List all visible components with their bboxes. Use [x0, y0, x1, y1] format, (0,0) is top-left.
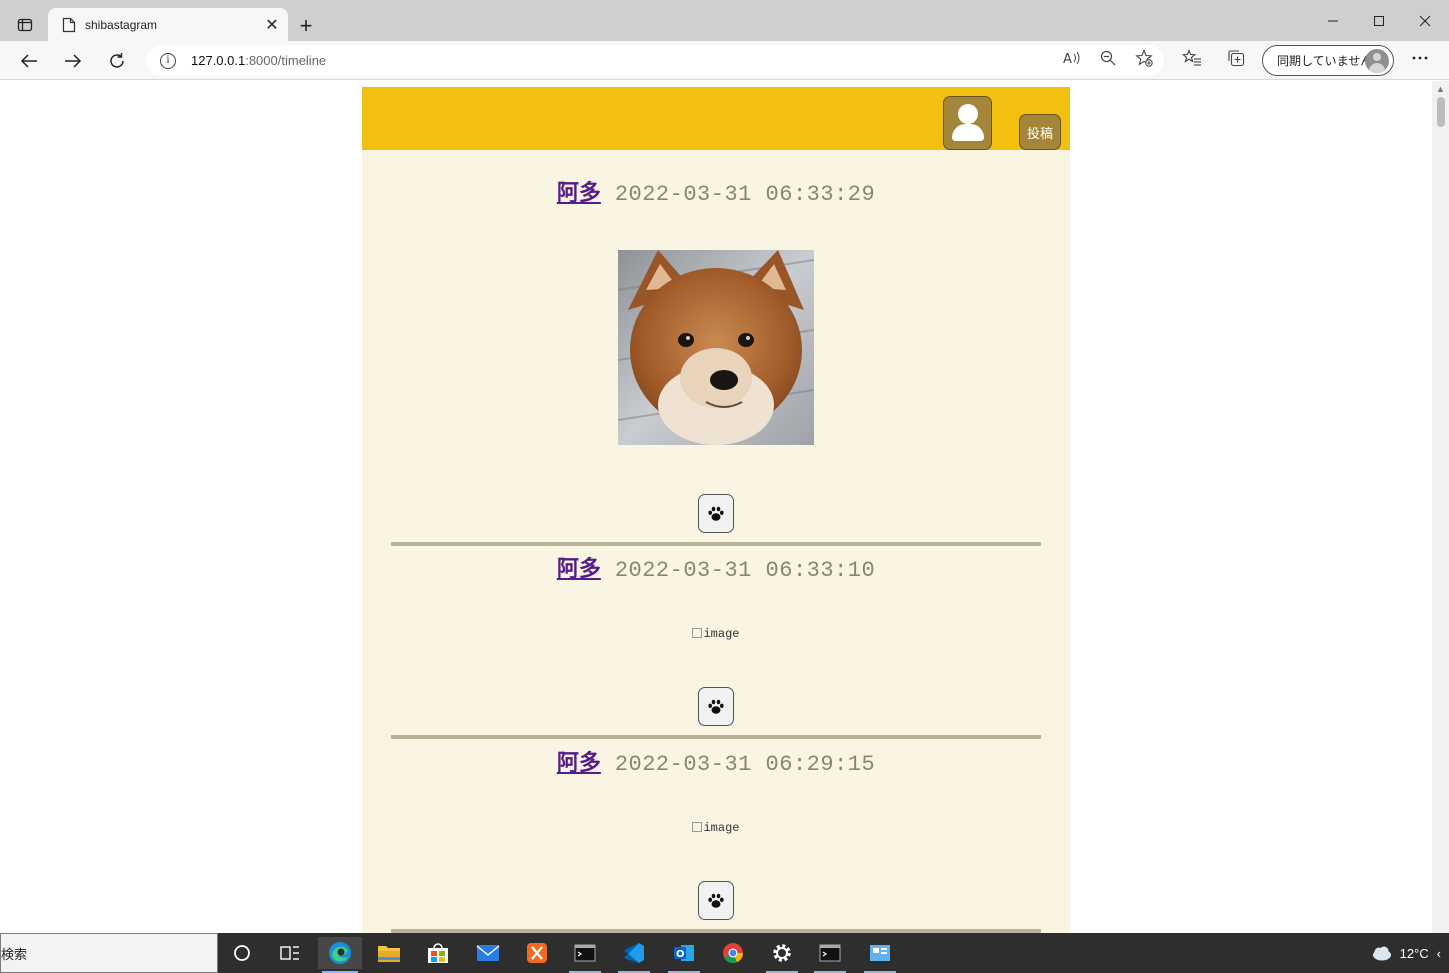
- vertical-scrollbar[interactable]: ▲: [1432, 81, 1449, 933]
- url-path: :8000/timeline: [245, 53, 327, 68]
- post-user-link[interactable]: 阿多: [557, 556, 601, 582]
- post-user-link[interactable]: 阿多: [557, 750, 601, 776]
- post-header: 阿多 2022-03-31 06:33:10: [362, 551, 1070, 583]
- app-header: 投稿: [362, 87, 1070, 150]
- broken-image-icon: [692, 628, 703, 638]
- svg-text:A: A: [1063, 52, 1072, 65]
- weather-temp: 12°C: [1399, 945, 1429, 961]
- paw-icon: [708, 893, 724, 908]
- cortana-icon[interactable]: [220, 937, 264, 969]
- terminal-icon[interactable]: [563, 937, 607, 973]
- task-view-icon[interactable]: [268, 937, 312, 969]
- post-header: 阿多 2022-03-31 06:29:15: [362, 745, 1070, 777]
- more-menu-icon[interactable]: [1410, 48, 1430, 68]
- new-tab-button[interactable]: +: [292, 12, 320, 40]
- broken-image-icon: [692, 822, 703, 832]
- forward-icon[interactable]: [57, 45, 89, 77]
- url-field[interactable]: i 127.0.0.1:8000/timeline: [146, 45, 1164, 76]
- close-icon[interactable]: [1402, 6, 1448, 36]
- tab-actions-icon[interactable]: [12, 12, 38, 38]
- tray-expand-icon[interactable]: ‹: [1437, 946, 1441, 961]
- address-bar-row: i 127.0.0.1:8000/timeline A 同期していません: [0, 41, 1449, 80]
- avatar: [1365, 49, 1389, 73]
- weather-cloud-icon[interactable]: [1370, 945, 1392, 961]
- post-timestamp: 2022-03-31 06:33:10: [614, 558, 876, 583]
- back-icon[interactable]: [13, 45, 45, 77]
- edge-icon[interactable]: [318, 937, 362, 973]
- image-alt-text: image: [703, 821, 740, 835]
- new-post-button[interactable]: 投稿: [1019, 114, 1061, 150]
- xampp-icon[interactable]: [515, 937, 559, 969]
- add-favorite-icon[interactable]: [1134, 48, 1154, 68]
- zoom-out-icon[interactable]: [1098, 48, 1118, 68]
- sync-label: 同期していません: [1277, 54, 1373, 68]
- store-icon[interactable]: [416, 937, 460, 969]
- maximize-icon[interactable]: [1356, 6, 1402, 36]
- user-icon: [958, 104, 978, 124]
- info-icon[interactable]: i: [160, 52, 176, 69]
- post-header: 阿多 2022-03-31 06:33:29: [362, 175, 1070, 207]
- refresh-icon[interactable]: [101, 45, 133, 77]
- like-button[interactable]: [698, 881, 734, 920]
- read-aloud-icon[interactable]: A: [1062, 48, 1082, 68]
- outlook-icon[interactable]: O: [662, 937, 706, 973]
- app-container: 投稿 阿多 2022-03-31 06:33:29 阿多 2022-03-31 …: [362, 87, 1070, 933]
- browser-tab[interactable]: shibastagram ✕: [48, 8, 288, 41]
- user-profile-button[interactable]: [943, 96, 992, 150]
- chrome-icon[interactable]: [711, 937, 755, 969]
- taskbar: 検索 O 12°C ‹: [0, 933, 1449, 973]
- tab-bar: shibastagram ✕ +: [0, 0, 1449, 41]
- image-alt-text: image: [703, 627, 740, 641]
- vscode-icon[interactable]: [612, 937, 656, 973]
- taskbar-search-field[interactable]: 検索: [0, 933, 218, 973]
- post-timestamp: 2022-03-31 06:29:15: [614, 752, 876, 777]
- like-button[interactable]: [698, 494, 734, 533]
- url-host: 127.0.0.1: [191, 53, 246, 68]
- control-panel-icon[interactable]: [858, 937, 902, 973]
- tab-title: shibastagram: [85, 17, 158, 32]
- post-image-broken: image: [362, 821, 1070, 835]
- post-timestamp: 2022-03-31 06:33:29: [614, 182, 876, 207]
- mail-icon[interactable]: [466, 937, 510, 969]
- scroll-thumb[interactable]: [1437, 97, 1445, 127]
- post-divider: [391, 735, 1041, 739]
- post-image: [618, 250, 814, 445]
- file-explorer-icon[interactable]: [367, 937, 411, 969]
- favorites-icon[interactable]: [1182, 48, 1202, 68]
- paw-icon: [708, 506, 724, 521]
- post-image-broken: image: [362, 627, 1070, 641]
- tab-close-icon[interactable]: ✕: [260, 13, 284, 37]
- like-button[interactable]: [698, 687, 734, 726]
- minimize-icon[interactable]: [1310, 6, 1356, 36]
- terminal-icon[interactable]: [808, 937, 852, 973]
- page-viewport: 投稿 阿多 2022-03-31 06:33:29 阿多 2022-03-31 …: [0, 81, 1449, 933]
- paw-icon: [708, 699, 724, 714]
- svg-text:O: O: [676, 949, 685, 960]
- profile-sync-button[interactable]: 同期していません: [1262, 45, 1394, 76]
- post-divider: [391, 542, 1041, 546]
- settings-icon[interactable]: [760, 937, 804, 973]
- scroll-up-icon[interactable]: ▲: [1436, 84, 1445, 94]
- collections-icon[interactable]: [1226, 48, 1246, 68]
- post-user-link[interactable]: 阿多: [557, 180, 601, 206]
- system-tray: 12°C ‹: [1370, 933, 1441, 973]
- search-text: 検索: [1, 946, 28, 962]
- page-icon: [62, 17, 76, 32]
